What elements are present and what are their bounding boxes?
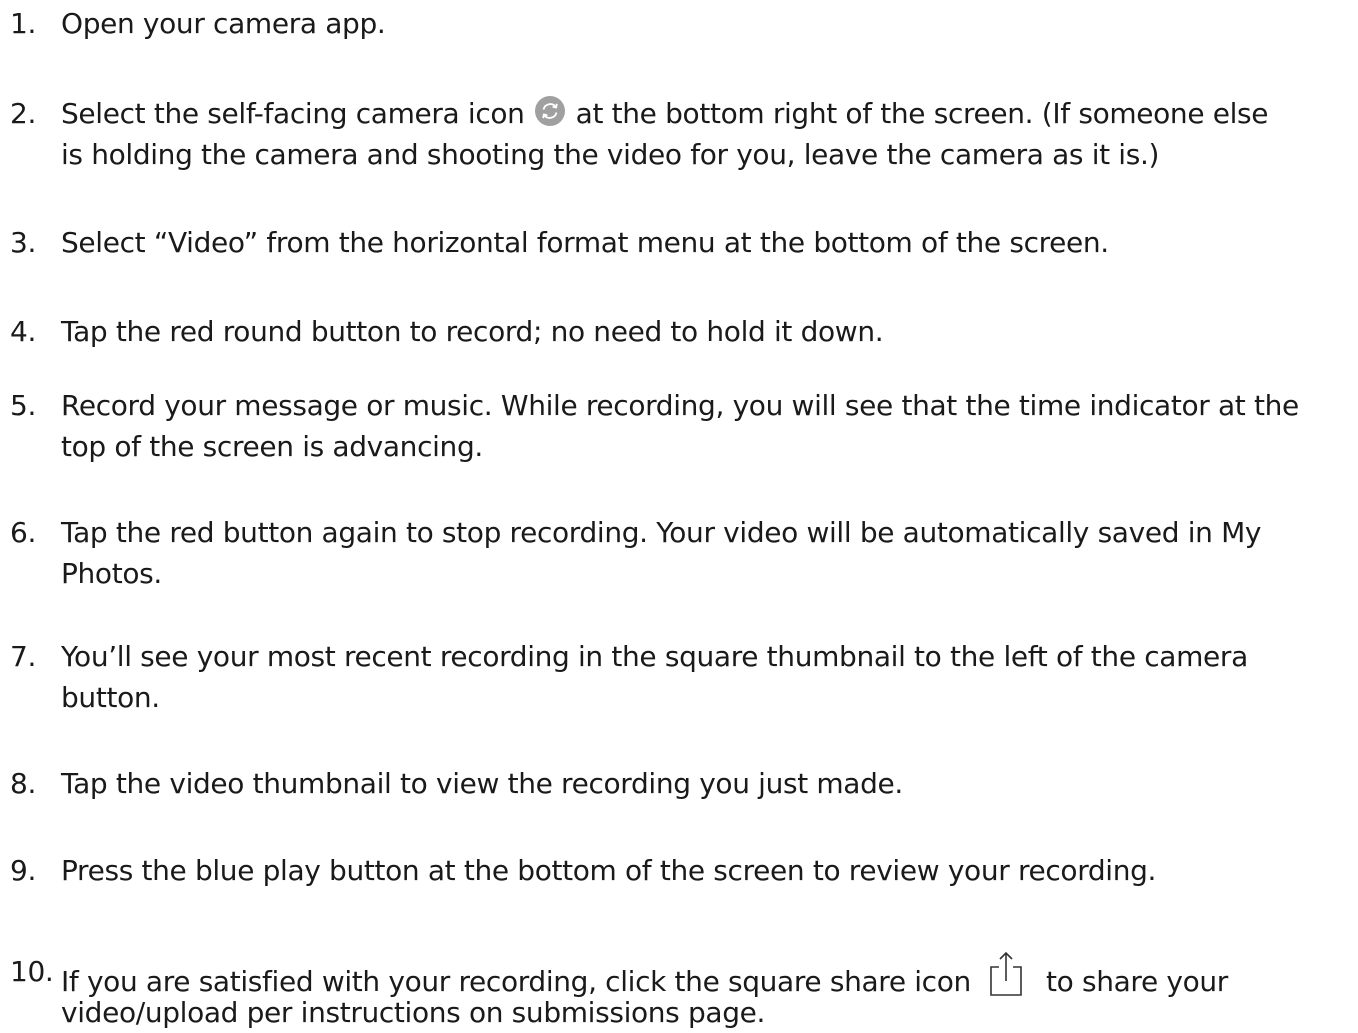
step-number: 8. [10, 767, 37, 800]
share-icon [990, 951, 1023, 996]
step-text: Press the blue play button at the bottom… [61, 854, 1157, 887]
step-text-line-2: is holding the camera and shooting the v… [61, 138, 1160, 171]
step-text-line-2: Photos. [61, 557, 162, 590]
step-text-line-2: button. [61, 681, 160, 714]
step-number: 7. [10, 640, 37, 673]
camera-switch-icon [535, 96, 566, 126]
step-number: 10. [10, 955, 54, 988]
step-text-part: to share your [1046, 965, 1228, 998]
step-text-line-2: top of the screen is advancing. [61, 430, 483, 463]
step-text-line-1: Record your message or music. While reco… [61, 389, 1299, 422]
instructions-document: 1. Open your camera app. 2. Select the s… [0, 0, 1358, 1029]
step-number: 4. [10, 315, 37, 348]
step-text-line-1: Select the self-facing camera icon at th… [61, 93, 1269, 134]
step-number: 2. [10, 97, 37, 130]
step-number: 3. [10, 226, 37, 259]
step-text-part: Select the self-facing camera icon [61, 97, 525, 130]
step-text: Open your camera app. [61, 7, 386, 40]
step-number: 6. [10, 516, 37, 549]
step-text-line-2: video/upload per instructions on submiss… [61, 996, 766, 1029]
step-number: 9. [10, 854, 37, 887]
step-text: Tap the red round button to record; no n… [61, 315, 884, 348]
step-text-line-1: Tap the red button again to stop recordi… [61, 516, 1262, 549]
step-text: Tap the video thumbnail to view the reco… [61, 767, 903, 800]
step-number: 5. [10, 389, 37, 422]
step-text-line-1: You’ll see your most recent recording in… [61, 640, 1248, 673]
step-number: 1. [10, 7, 37, 40]
step-text: Select “Video” from the horizontal forma… [61, 226, 1109, 259]
step-text-part: at the bottom right of the screen. (If s… [575, 97, 1269, 130]
